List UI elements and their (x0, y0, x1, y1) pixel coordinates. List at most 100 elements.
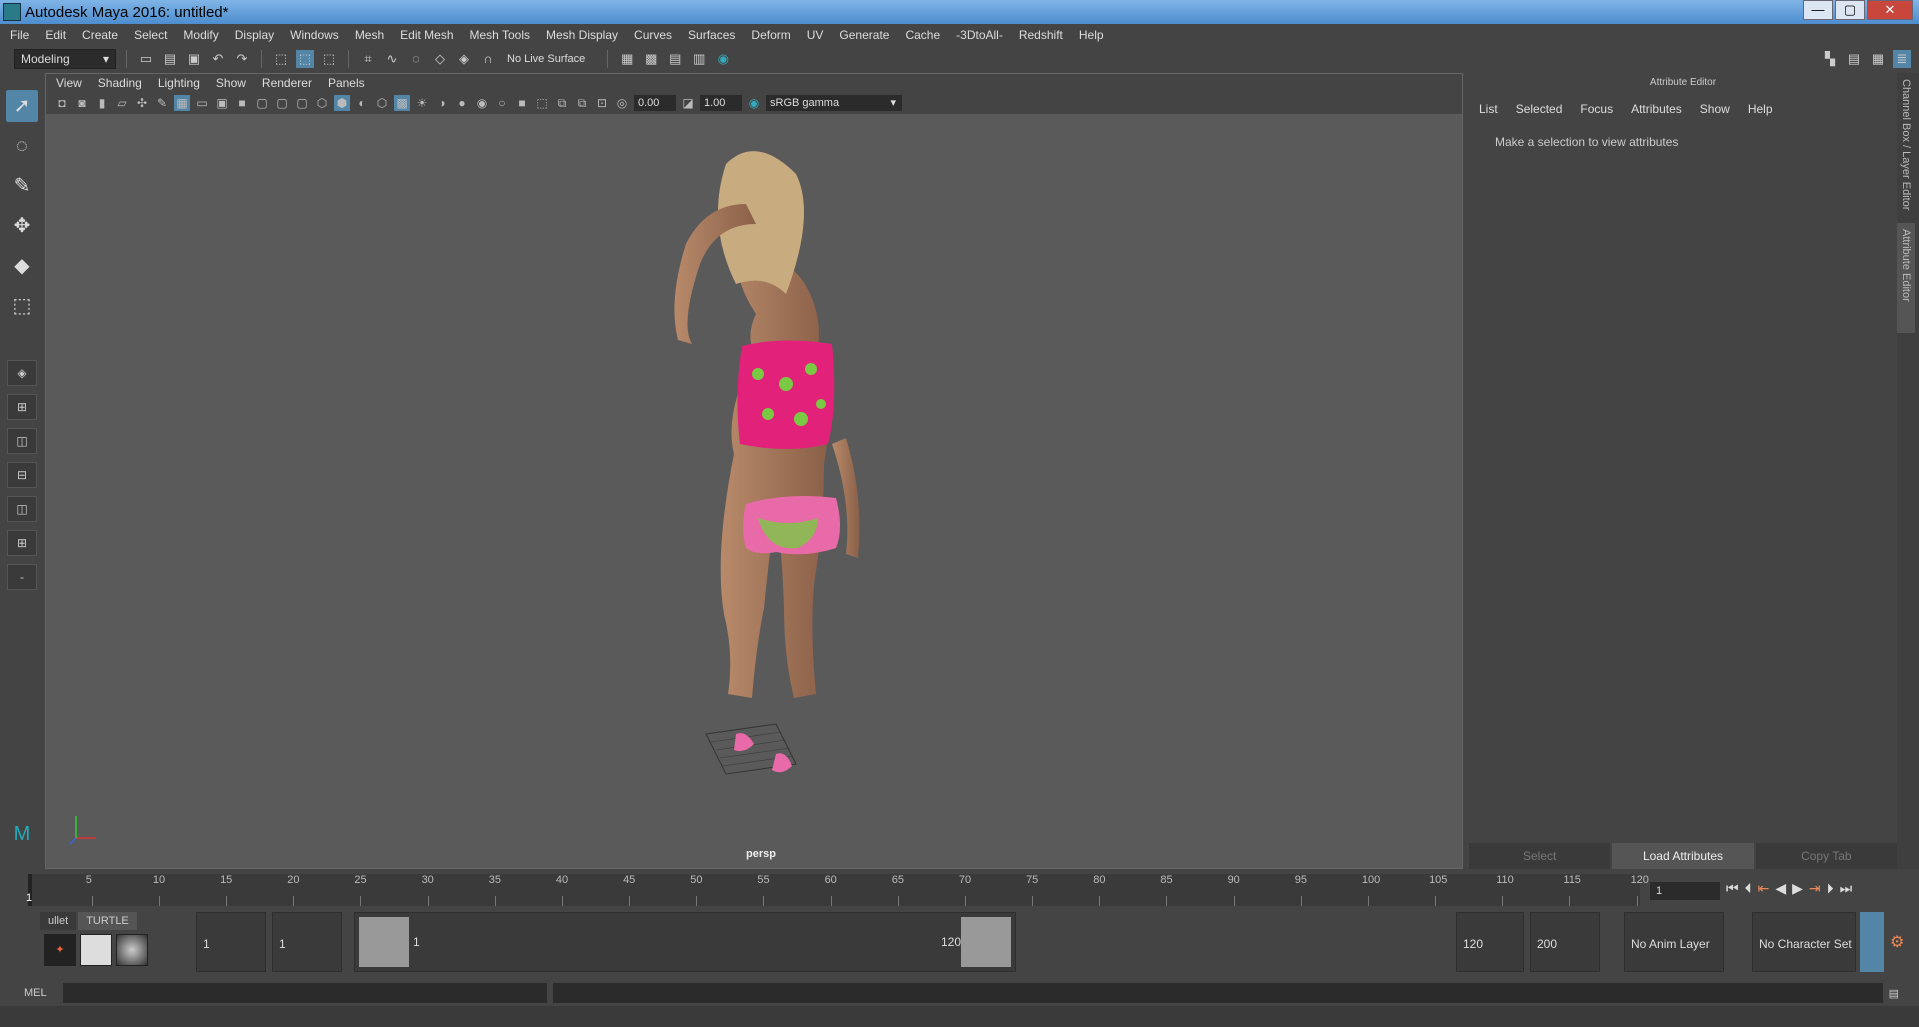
modeling-toolkit-icon[interactable]: ▚ (1821, 50, 1839, 68)
scale-tool-icon[interactable]: ⬚ (6, 290, 38, 322)
menu-mesh-tools[interactable]: Mesh Tools (470, 28, 530, 42)
grid-icon[interactable]: ▦ (174, 95, 190, 111)
new-scene-icon[interactable]: ▭ (137, 50, 155, 68)
preferences-icon[interactable]: ⚙ (1890, 932, 1904, 952)
range-slider[interactable]: 1 120 (354, 912, 1016, 972)
rotate-tool-icon[interactable]: ◆ (6, 250, 38, 282)
turtle-sphere-icon[interactable] (116, 934, 148, 966)
lasso-tool-icon[interactable]: ◌ (6, 130, 38, 162)
isolate-select-icon[interactable]: ⬚ (534, 95, 550, 111)
menu-create[interactable]: Create (82, 28, 118, 42)
undo-icon[interactable]: ↶ (209, 50, 227, 68)
shadows-icon[interactable]: ◑ (434, 95, 450, 111)
render-frame-icon[interactable]: ▩ (642, 50, 660, 68)
range-end-handle[interactable] (961, 917, 1011, 967)
render-settings-icon[interactable]: ▥ (690, 50, 708, 68)
gate-mask-icon[interactable]: ■ (234, 95, 250, 111)
safe-title-icon[interactable]: ▢ (294, 95, 310, 111)
select-object-icon[interactable]: ⬚ (296, 50, 314, 68)
image-plane-icon[interactable]: ▱ (114, 95, 130, 111)
turtle-bake-icon[interactable] (80, 934, 112, 966)
go-to-end-icon[interactable]: ⏭ (1840, 880, 1853, 897)
snap-point-icon[interactable]: ◌ (407, 50, 425, 68)
vp-menu-panels[interactable]: Panels (328, 76, 365, 90)
exposure-icon[interactable]: ◎ (614, 95, 630, 111)
menu-generate[interactable]: Generate (839, 28, 889, 42)
depth-of-field-icon[interactable]: ■ (514, 95, 530, 111)
xray-joints-icon[interactable]: ⧉ (574, 95, 590, 111)
film-gate-icon[interactable]: ▭ (194, 95, 210, 111)
playback-end-field[interactable]: 120 (1456, 912, 1524, 972)
menu-deform[interactable]: Deform (751, 28, 790, 42)
channel-box-tab[interactable]: Channel Box / Layer Editor (1897, 73, 1915, 223)
vp-menu-lighting[interactable]: Lighting (158, 76, 200, 90)
go-to-start-icon[interactable]: ⏮ (1726, 880, 1739, 897)
playback-start-field[interactable]: 1 (272, 912, 342, 972)
ae-menu-focus[interactable]: Focus (1580, 102, 1613, 116)
use-all-lights-icon[interactable]: ☀ (414, 95, 430, 111)
ipr-render-icon[interactable]: ▤ (666, 50, 684, 68)
gamma-field[interactable]: 1.00 (700, 95, 742, 111)
save-scene-icon[interactable]: ▣ (185, 50, 203, 68)
attribute-editor-tab[interactable]: Attribute Editor (1897, 223, 1915, 333)
camera-attributes-icon[interactable]: ◙ (74, 95, 90, 111)
outliner-layout-icon[interactable]: ⊞ (7, 530, 37, 556)
move-tool-icon[interactable]: ✥ (6, 210, 38, 242)
anim-layer-dropdown[interactable]: No Anim Layer (1624, 912, 1724, 972)
step-forward-key-icon[interactable]: ⇥ (1809, 880, 1821, 897)
snap-surface-icon[interactable]: ◈ (455, 50, 473, 68)
current-frame-field[interactable]: 1 (1650, 882, 1720, 900)
four-view-layout-icon[interactable]: ⊞ (7, 394, 37, 420)
menu-uv[interactable]: UV (807, 28, 824, 42)
xray-icon[interactable]: ⧉ (554, 95, 570, 111)
menu-cache[interactable]: Cache (905, 28, 940, 42)
wireframe-on-shaded-icon[interactable]: ⬡ (374, 95, 390, 111)
motion-blur-icon[interactable]: ◉ (474, 95, 490, 111)
exposure-field[interactable]: 0.00 (634, 95, 676, 111)
hypershade-icon[interactable]: ◉ (714, 50, 732, 68)
time-ruler[interactable]: 5 10 15 20 25 30 35 40 45 50 55 60 65 70 75 80 85 90 95 100… (28, 874, 1649, 906)
menu-mesh-display[interactable]: Mesh Display (546, 28, 618, 42)
collapse-layouts-icon[interactable]: - (7, 564, 37, 590)
bookmark-icon[interactable]: ▮ (94, 95, 110, 111)
ae-menu-show[interactable]: Show (1700, 102, 1730, 116)
menu-3dtoall[interactable]: -3DtoAll- (956, 28, 1003, 42)
open-scene-icon[interactable]: ▤ (161, 50, 179, 68)
snap-grid-icon[interactable]: ⌗ (359, 50, 377, 68)
end-time-field[interactable]: 200 (1530, 912, 1600, 972)
tool-settings-icon[interactable]: ▦ (1869, 50, 1887, 68)
ae-menu-selected[interactable]: Selected (1516, 102, 1563, 116)
vp-menu-view[interactable]: View (56, 76, 82, 90)
select-component-icon[interactable]: ⬚ (320, 50, 338, 68)
xray-active-icon[interactable]: ⊡ (594, 95, 610, 111)
maximize-button[interactable]: ▢ (1835, 0, 1865, 20)
viewport-3d[interactable]: persp (46, 114, 1462, 868)
2d-pan-zoom-icon[interactable]: ✣ (134, 95, 150, 111)
copy-tab-button[interactable]: Copy Tab (1755, 843, 1897, 869)
color-management-icon[interactable]: ◉ (746, 95, 762, 111)
select-tool-icon[interactable]: ➚ (6, 90, 38, 122)
play-backwards-icon[interactable]: ◀ (1775, 880, 1786, 897)
minimize-button[interactable]: — (1803, 0, 1833, 20)
menu-file[interactable]: File (10, 28, 29, 42)
vp-menu-shading[interactable]: Shading (98, 76, 142, 90)
smooth-shade-icon[interactable]: ⬢ (334, 95, 350, 111)
mode-dropdown[interactable]: Modeling ▾ (14, 49, 116, 69)
view-transform-dropdown[interactable]: sRGB gamma ▾ (766, 95, 902, 111)
menu-edit-mesh[interactable]: Edit Mesh (400, 28, 453, 42)
vp-menu-show[interactable]: Show (216, 76, 246, 90)
gamma-icon[interactable]: ◪ (680, 95, 696, 111)
side-by-side-layout-icon[interactable]: ◫ (7, 428, 37, 454)
live-surface-label[interactable]: No Live Surface (507, 53, 585, 65)
menu-surfaces[interactable]: Surfaces (688, 28, 735, 42)
command-input[interactable] (62, 983, 547, 1003)
menu-edit[interactable]: Edit (45, 28, 66, 42)
resolution-gate-icon[interactable]: ▣ (214, 95, 230, 111)
default-material-icon[interactable]: ◐ (354, 95, 370, 111)
step-back-frame-icon[interactable]: ⏴ (1745, 880, 1752, 897)
channel-box-toggle-icon[interactable]: ≣ (1893, 50, 1911, 68)
textured-icon[interactable]: ▩ (394, 95, 410, 111)
step-forward-frame-icon[interactable]: ⏵ (1827, 880, 1834, 897)
select-hierarchy-icon[interactable]: ⬚ (272, 50, 290, 68)
safe-action-icon[interactable]: ▢ (274, 95, 290, 111)
